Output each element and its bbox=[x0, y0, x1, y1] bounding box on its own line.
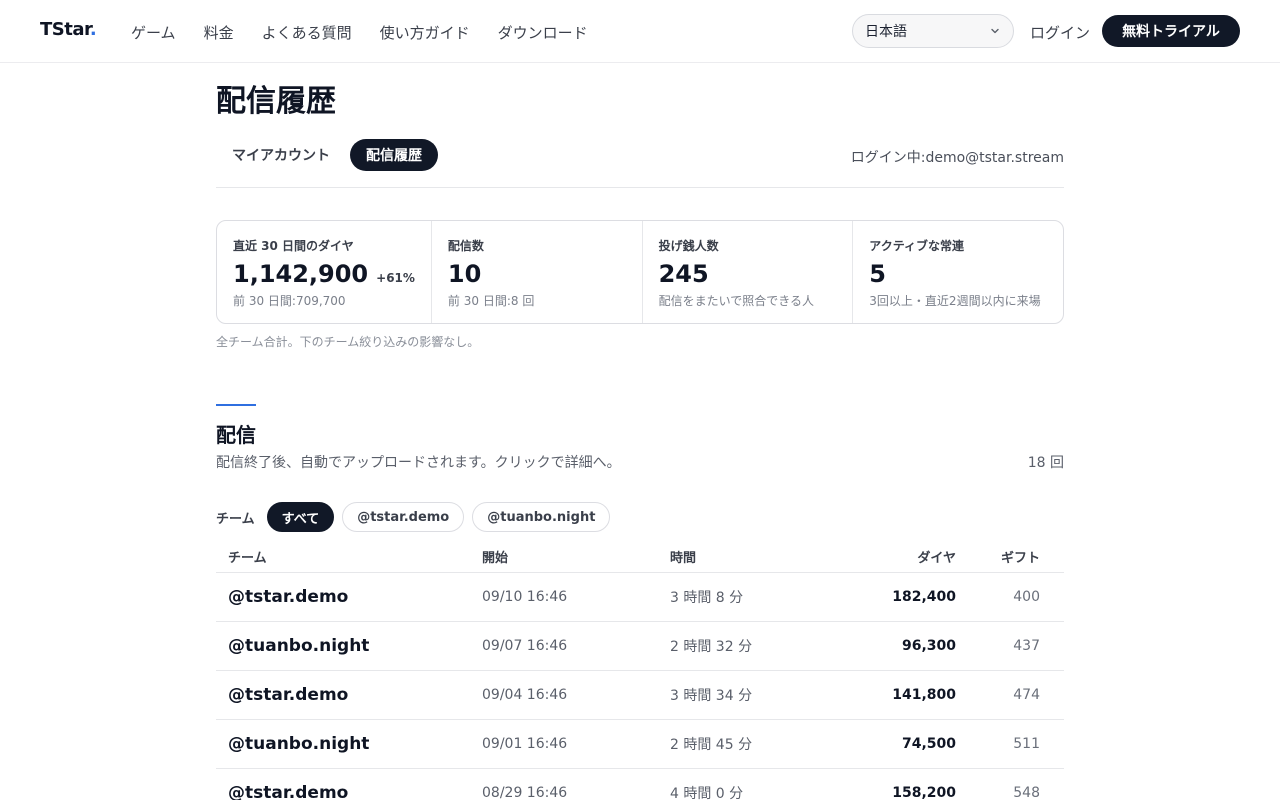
cell-team: @tstar.demo bbox=[228, 685, 349, 705]
table-row[interactable]: @tstar.demo 09/04 16:46 3 時間 34 分 141,80… bbox=[216, 671, 1064, 720]
logo-dot: . bbox=[89, 19, 97, 40]
table-row[interactable]: @tuanbo.night 09/07 16:46 2 時間 32 分 96,3… bbox=[216, 622, 1064, 671]
cell-diamonds: 74,500 bbox=[901, 736, 956, 752]
stat-sub: 前 30 日間:709,700 bbox=[233, 294, 346, 308]
tab-stream-history[interactable]: 配信履歴 bbox=[350, 139, 438, 171]
table-row[interactable]: @tstar.demo 09/10 16:46 3 時間 8 分 182,400… bbox=[216, 573, 1064, 622]
filter-chip-all[interactable]: すべて bbox=[266, 502, 335, 532]
stat-value: 1,142,900 bbox=[233, 260, 369, 288]
free-trial-button[interactable]: 無料トライアル bbox=[1102, 15, 1240, 47]
section-title: 配信 bbox=[216, 423, 256, 447]
stat-sub: 配信をまたいで照合できる人 bbox=[658, 294, 815, 308]
chevron-down-icon bbox=[991, 28, 999, 34]
stat-value-wrap: 1,142,900 +61% bbox=[233, 260, 415, 288]
nav-item-games[interactable]: ゲーム bbox=[131, 22, 176, 43]
cell-diamonds: 182,400 bbox=[892, 589, 956, 605]
cell-start: 09/07 16:46 bbox=[482, 638, 568, 654]
stat-value: 245 bbox=[658, 260, 709, 288]
logo-text: TStar bbox=[40, 19, 90, 40]
filter-chip-tuanbo-night[interactable]: @tuanbo.night bbox=[472, 502, 611, 532]
stat-label: 直近 30 日間のダイヤ bbox=[233, 239, 354, 253]
team-filter: チーム すべて @tstar.demo @tuanbo.night bbox=[216, 502, 611, 532]
nav-item-download[interactable]: ダウンロード bbox=[498, 22, 588, 43]
main-nav: ゲーム 料金 よくある質問 使い方ガイド ダウンロード bbox=[131, 22, 588, 43]
column-header-gifts[interactable]: ギフト bbox=[956, 547, 1052, 566]
cell-gifts: 400 bbox=[1013, 589, 1040, 605]
stats-panel: 直近 30 日間のダイヤ 1,142,900 +61% 前 30 日間:709,7… bbox=[216, 220, 1064, 324]
stat-value: 10 bbox=[447, 260, 482, 288]
stat-value-wrap: 10 bbox=[448, 260, 626, 288]
cell-gifts: 437 bbox=[1013, 638, 1040, 654]
stat-sub: 3回以上・直近2週間以内に来場 bbox=[869, 294, 1041, 308]
column-header-team[interactable]: チーム bbox=[216, 547, 482, 566]
tab-my-account[interactable]: マイアカウント bbox=[216, 139, 346, 171]
table-header: チーム 開始 時間 ダイヤ ギフト bbox=[216, 540, 1064, 573]
stat-card-streams: 配信数 10 前 30 日間:8 回 bbox=[432, 221, 643, 323]
table-row[interactable]: @tstar.demo 08/29 16:46 4 時間 0 分 158,200… bbox=[216, 769, 1064, 800]
stat-label: 投げ銭人数 bbox=[658, 239, 719, 253]
cell-diamonds: 96,300 bbox=[901, 638, 956, 654]
language-value: 日本語 bbox=[865, 24, 907, 40]
login-link[interactable]: ログイン bbox=[1030, 22, 1090, 43]
cell-team: @tuanbo.night bbox=[228, 734, 370, 754]
nav-item-pricing[interactable]: 料金 bbox=[204, 22, 234, 43]
top-navigation-bar: TStar. ゲーム 料金 よくある質問 使い方ガイド ダウンロード 日本語 ロ… bbox=[0, 0, 1280, 63]
column-header-diamonds[interactable]: ダイヤ bbox=[820, 547, 956, 566]
stat-label: アクティブな常連 bbox=[869, 239, 964, 253]
language-select[interactable]: 日本語 bbox=[852, 14, 1014, 48]
filter-chip-tstar-demo[interactable]: @tstar.demo bbox=[342, 502, 465, 532]
nav-item-guide[interactable]: 使い方ガイド bbox=[380, 22, 470, 43]
table-row[interactable]: @tuanbo.night 09/01 16:46 2 時間 45 分 74,5… bbox=[216, 720, 1064, 769]
cell-diamonds: 158,200 bbox=[892, 785, 956, 800]
filter-label: チーム bbox=[216, 511, 255, 527]
logo[interactable]: TStar. bbox=[40, 19, 97, 40]
streams-table: チーム 開始 時間 ダイヤ ギフト @tstar.demo 09/10 16:4… bbox=[216, 540, 1064, 800]
divider bbox=[216, 187, 1064, 188]
stat-sub: 前 30 日間:8 回 bbox=[447, 294, 535, 308]
column-header-start[interactable]: 開始 bbox=[482, 547, 670, 566]
stat-card-regulars: アクティブな常連 5 3回以上・直近2週間以内に来場 bbox=[853, 221, 1063, 323]
stat-label: 配信数 bbox=[447, 239, 484, 253]
cell-start: 09/01 16:46 bbox=[482, 736, 568, 752]
cell-duration: 3 時間 34 分 bbox=[670, 688, 753, 704]
stat-value: 5 bbox=[869, 260, 886, 288]
stats-note: 全チーム合計。下のチーム絞り込みの影響なし。 bbox=[216, 335, 480, 349]
section-accent-line bbox=[216, 404, 256, 406]
section-description: 配信終了後、自動でアップロードされます。クリックで詳細へ。 bbox=[216, 455, 621, 471]
cell-start: 08/29 16:46 bbox=[482, 785, 568, 800]
cell-gifts: 511 bbox=[1013, 736, 1040, 752]
cell-diamonds: 141,800 bbox=[892, 687, 956, 703]
stream-count: 18 回 bbox=[1027, 455, 1064, 471]
nav-item-faq[interactable]: よくある質問 bbox=[262, 22, 352, 43]
cell-start: 09/04 16:46 bbox=[482, 687, 568, 703]
stat-value-wrap: 245 bbox=[659, 260, 837, 288]
cell-team: @tstar.demo bbox=[228, 587, 349, 607]
stat-card-diamonds: 直近 30 日間のダイヤ 1,142,900 +61% 前 30 日間:709,7… bbox=[217, 221, 432, 323]
stat-value-wrap: 5 bbox=[869, 260, 1047, 288]
stat-card-tippers: 投げ銭人数 245 配信をまたいで照合できる人 bbox=[643, 221, 854, 323]
cell-duration: 3 時間 8 分 bbox=[670, 590, 744, 606]
cell-gifts: 474 bbox=[1013, 687, 1040, 703]
stat-delta: +61% bbox=[376, 271, 415, 285]
account-tabs: マイアカウント 配信履歴 bbox=[216, 139, 438, 171]
cell-duration: 2 時間 32 分 bbox=[670, 639, 753, 655]
cell-start: 09/10 16:46 bbox=[482, 589, 568, 605]
cell-duration: 2 時間 45 分 bbox=[670, 737, 753, 753]
cell-team: @tstar.demo bbox=[228, 783, 349, 800]
page-title: 配信履歴 bbox=[216, 84, 336, 119]
cell-team: @tuanbo.night bbox=[228, 636, 370, 656]
cell-duration: 4 時間 0 分 bbox=[670, 786, 744, 800]
login-status: ログイン中:demo@tstar.stream bbox=[850, 150, 1064, 166]
column-header-duration[interactable]: 時間 bbox=[670, 547, 820, 566]
cell-gifts: 548 bbox=[1013, 785, 1040, 800]
